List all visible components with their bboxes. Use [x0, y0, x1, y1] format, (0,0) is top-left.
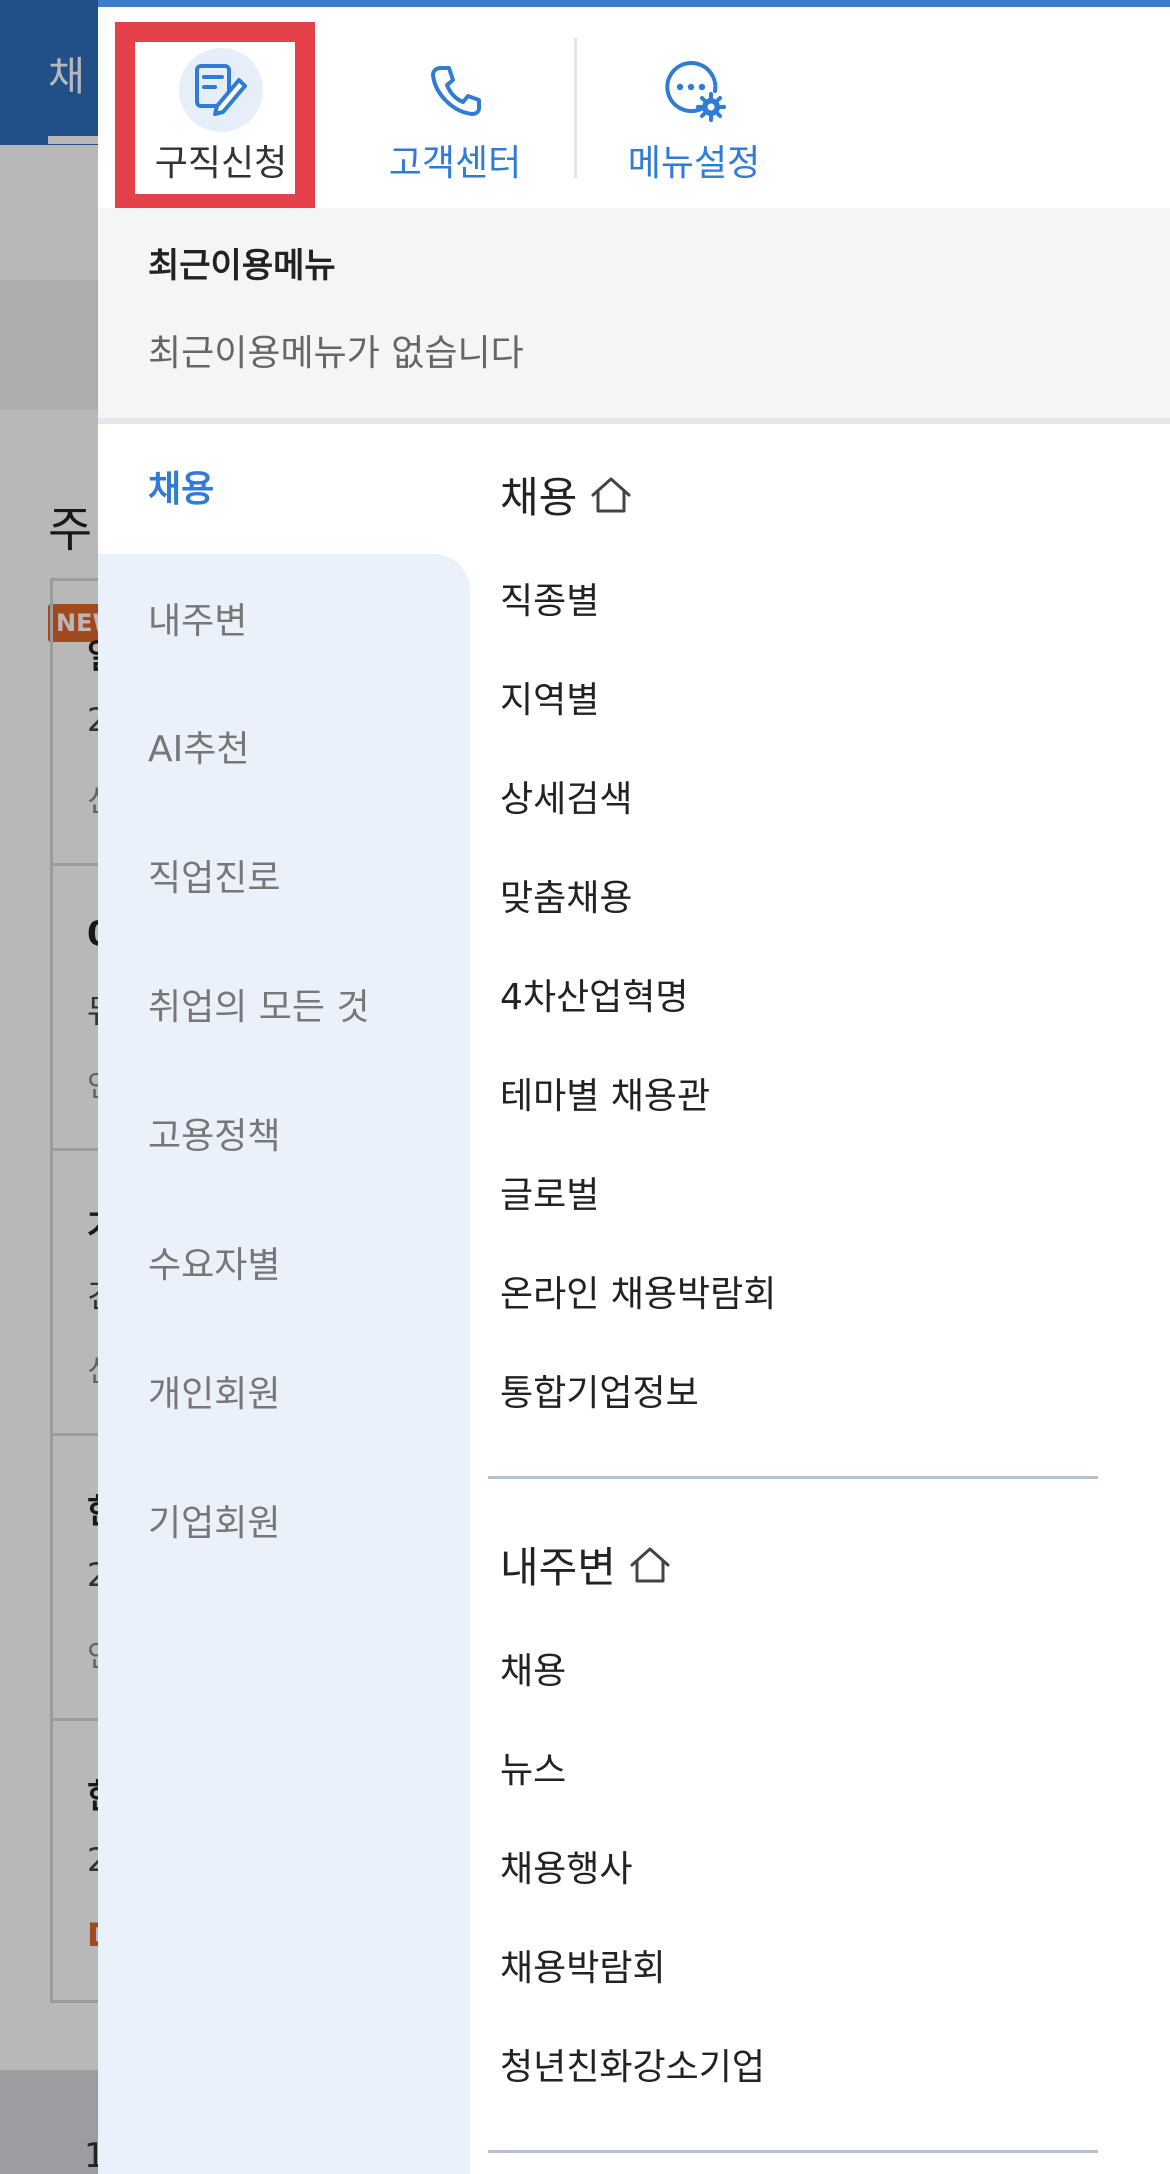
category-corporate-member[interactable]: 기업회원 [148, 1494, 280, 1546]
submenu-item[interactable]: 채용 [500, 1642, 566, 1694]
section-nearby-title: 내주변 [500, 1543, 616, 1592]
category-ai-recommend[interactable]: AI추천 [148, 720, 249, 772]
submenu-item[interactable]: 맞춤채용 [500, 869, 632, 921]
category-by-user-type[interactable]: 수요자별 [148, 1236, 280, 1288]
menu-settings-label: 메뉴설정 [627, 143, 761, 184]
submenu-item[interactable]: 온라인 채용박람회 [500, 1265, 776, 1317]
recent-menu-empty-text: 최근이용메뉴가 없습니다 [148, 333, 524, 374]
submenu-item[interactable]: 채용행사 [500, 1840, 632, 1892]
category-list-background [98, 554, 470, 2174]
recent-menu-panel: 최근이용메뉴 최근이용메뉴가 없습니다 [98, 208, 1170, 418]
section-nearby-heading[interactable]: 내주변 [500, 1534, 672, 1595]
submenu-item[interactable]: 통합기업정보 [500, 1364, 699, 1416]
submenu-item[interactable]: 청년친화강소기업 [500, 2038, 765, 2090]
quick-menu-divider [574, 38, 577, 178]
category-recruit[interactable]: 채용 [148, 460, 214, 512]
category-employment-policy[interactable]: 고용정책 [148, 1107, 280, 1159]
category-nearby[interactable]: 내주변 [148, 592, 247, 644]
section-recruit-title: 채용 [500, 473, 578, 522]
submenu-item[interactable]: 채용박람회 [500, 1939, 666, 1991]
category-list: 채용 내주변 AI추천 직업진로 취업의 모든 것 고용정책 수요자별 개인회원… [98, 424, 470, 2174]
home-icon [591, 477, 631, 512]
customer-center-button[interactable]: 고객센터 [370, 28, 540, 198]
section-divider [488, 2150, 1098, 2153]
highlight-annotation [115, 22, 315, 214]
submenu-item[interactable]: 글로벌 [500, 1166, 599, 1218]
home-icon [630, 1547, 670, 1582]
submenu-list: 채용 직종별 지역별 상세검색 맞춤채용 4차산업혁명 테마별 채용관 글로벌 … [470, 424, 1170, 2174]
menu-settings-icon [652, 48, 736, 132]
section-recruit-heading[interactable]: 채용 [500, 464, 633, 525]
submenu-item[interactable]: 상세검색 [500, 770, 632, 822]
category-personal-member[interactable]: 개인회원 [148, 1365, 280, 1417]
recent-menu-title: 최근이용메뉴 [148, 246, 336, 286]
category-employment-all[interactable]: 취업의 모든 것 [148, 978, 370, 1030]
category-career-path[interactable]: 직업진로 [148, 849, 280, 901]
submenu-item[interactable]: 직종별 [500, 572, 599, 624]
menu-settings-button[interactable]: 메뉴설정 [604, 28, 784, 198]
drawer-top-line [98, 0, 1170, 7]
submenu-item[interactable]: 4차산업혁명 [500, 968, 689, 1020]
side-drawer: 구직신청 고객센터 메뉴설정 최근이용메뉴 최근이용메뉴가 없습니다 채용 내주… [98, 0, 1170, 2174]
submenu-item[interactable]: 지역별 [500, 671, 599, 723]
section-divider [488, 1476, 1098, 1479]
submenu-item[interactable]: 뉴스 [500, 1741, 566, 1793]
phone-icon [413, 48, 497, 132]
customer-center-label: 고객센터 [388, 143, 522, 184]
submenu-item[interactable]: 테마별 채용관 [500, 1067, 710, 1119]
